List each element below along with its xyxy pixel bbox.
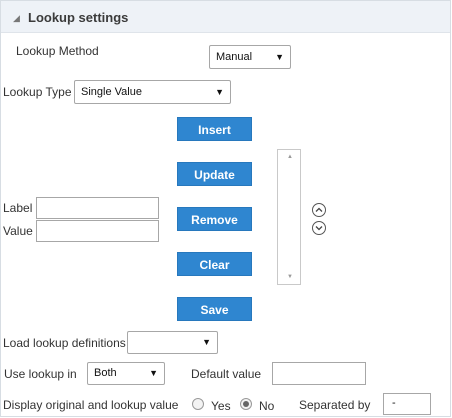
display-original-label: Display original and lookup value [3,398,179,412]
no-radio[interactable] [240,398,252,410]
remove-button[interactable]: Remove [177,207,252,231]
default-value-input[interactable] [272,362,366,385]
label-input[interactable] [36,197,159,219]
chevron-down-icon: ▼ [275,52,284,62]
yes-radio-label: Yes [211,399,231,413]
yes-radio[interactable] [192,398,204,410]
move-up-icon[interactable] [312,203,326,217]
move-down-icon[interactable] [312,221,326,235]
load-definitions-label: Load lookup definitions [3,336,126,350]
scroll-up-arrow-icon[interactable]: ▲ [287,154,293,160]
clear-button[interactable]: Clear [177,252,252,276]
value-field-label: Value [3,224,33,238]
lookup-type-value: Single Value [81,86,142,98]
lookup-method-label: Lookup Method [16,44,99,58]
chevron-down-icon: ▼ [202,337,211,347]
label-field-label: Label [3,201,33,215]
panel-title: Lookup settings [28,10,129,25]
lookup-method-value: Manual [216,51,253,63]
use-lookup-select[interactable]: Both ▼ [87,362,165,385]
scroll-down-arrow-icon[interactable]: ▼ [287,274,293,280]
chevron-down-icon: ▼ [149,368,158,378]
lookup-items-list[interactable]: ▲ ▼ [277,149,301,285]
lookup-method-select[interactable]: Manual ▼ [209,45,291,69]
use-lookup-label: Use lookup in [4,367,77,381]
value-input[interactable] [36,220,159,242]
collapse-triangle-icon[interactable]: ◢ [13,13,20,24]
default-value-label: Default value [191,367,262,381]
save-button[interactable]: Save [177,297,252,321]
lookup-type-select[interactable]: Single Value ▼ [74,80,231,104]
use-lookup-value: Both [94,367,117,379]
no-radio-label: No [259,399,275,413]
lookup-type-label: Lookup Type [3,85,72,99]
insert-button[interactable]: Insert [177,117,252,141]
separated-by-label: Separated by [299,398,371,412]
separator-input[interactable]: - [383,393,431,415]
chevron-down-icon: ▼ [215,87,224,97]
load-definitions-select[interactable]: ▼ [127,331,218,354]
panel-header[interactable]: ◢ Lookup settings [1,1,450,33]
update-button[interactable]: Update [177,162,252,186]
